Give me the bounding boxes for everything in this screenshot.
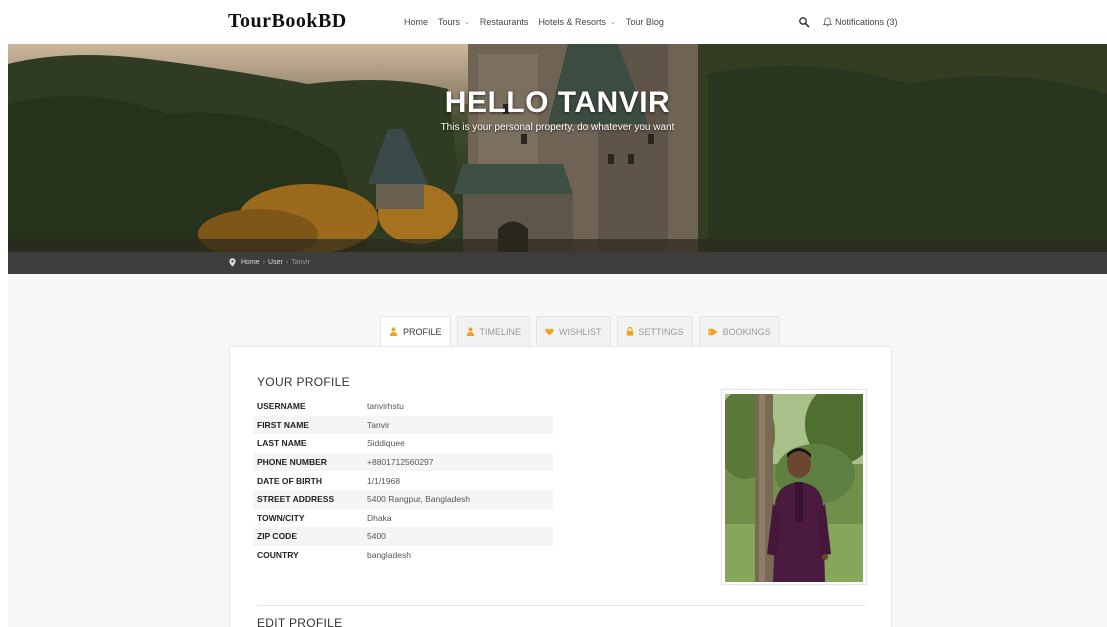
table-row: LAST NAME Siddiquee bbox=[253, 434, 553, 453]
nav-item-hotels-resorts[interactable]: Hotels & Resorts ⌄ bbox=[538, 17, 615, 27]
breadcrumb-home[interactable]: Home bbox=[241, 259, 260, 266]
field-value: 5400 Rangpur, Bangladesh bbox=[367, 494, 471, 505]
nav-item-tour-blog[interactable]: Tour Blog bbox=[626, 17, 664, 27]
top-navbar: TourBookBD Home Tours ⌄ Restaurants Hotel… bbox=[0, 0, 1107, 44]
main-nav: Home Tours ⌄ Restaurants Hotels & Resorts… bbox=[404, 17, 674, 27]
notifications-label: Notifications (3) bbox=[835, 17, 898, 27]
hero-subtitle: This is your personal property, do whate… bbox=[440, 122, 675, 133]
nav-item-label: Tour Blog bbox=[625, 17, 664, 27]
edit-profile-heading: EDIT PROFILE bbox=[257, 616, 343, 627]
hero-title: HELLO TANVIR bbox=[444, 86, 671, 119]
field-value: 5400 bbox=[367, 531, 386, 542]
breadcrumb-separator: › bbox=[262, 259, 266, 266]
field-label: STREET ADDRESS bbox=[257, 494, 335, 505]
table-row: ZIP CODE 5400 bbox=[253, 527, 553, 546]
profile-panel: YOUR PROFILE USERNAME tanvirhstu FIRST NA… bbox=[229, 346, 892, 627]
nav-item-restaurants[interactable]: Restaurants bbox=[480, 17, 529, 27]
nav-item-label: Tours bbox=[438, 17, 461, 27]
heart-icon bbox=[545, 328, 554, 336]
tag-icon bbox=[708, 328, 718, 336]
field-label: COUNTRY bbox=[257, 550, 299, 561]
user-icon bbox=[389, 327, 398, 336]
notifications-link[interactable]: Notifications (3) bbox=[823, 17, 898, 27]
field-value: +8801712560297 bbox=[367, 457, 434, 468]
tab-label: BOOKINGS bbox=[722, 326, 771, 337]
tab-label: TIMELINE bbox=[479, 326, 522, 337]
avatar bbox=[725, 394, 863, 582]
nav-item-label: Restaurants bbox=[479, 17, 529, 27]
tab-label: SETTINGS bbox=[638, 326, 684, 337]
field-label: FIRST NAME bbox=[257, 419, 309, 430]
bell-icon bbox=[823, 17, 832, 27]
tab-profile[interactable]: PROFILE bbox=[380, 316, 451, 346]
field-label: PHONE NUMBER bbox=[257, 457, 327, 468]
tab-label: WISHLIST bbox=[559, 326, 602, 337]
field-label: LAST NAME bbox=[257, 438, 307, 449]
site-logo[interactable]: TourBookBD bbox=[228, 10, 347, 33]
location-pin-icon bbox=[229, 258, 236, 267]
user-icon bbox=[466, 327, 475, 336]
field-value: 1/1/1968 bbox=[367, 475, 401, 486]
section-divider bbox=[257, 605, 866, 606]
table-row: COUNTRY bangladesh bbox=[253, 546, 553, 565]
table-row: STREET ADDRESS 5400 Rangpur, Bangladesh bbox=[253, 489, 553, 509]
table-row: TOWN/CITY Dhaka bbox=[253, 509, 553, 528]
tab-wishlist[interactable]: WISHLIST bbox=[536, 316, 611, 346]
field-label: ZIP CODE bbox=[257, 531, 297, 542]
lock-icon bbox=[626, 327, 634, 336]
chevron-down-icon: ⌄ bbox=[609, 19, 616, 26]
table-row: USERNAME tanvirhstu bbox=[253, 397, 553, 416]
tab-settings[interactable]: SETTINGS bbox=[616, 316, 693, 346]
field-value: Dhaka bbox=[367, 512, 392, 523]
breadcrumb-current: Tanvir bbox=[291, 259, 310, 266]
profile-tabs: PROFILE TIMELINE WISHLIST SETTINGS BOOKI… bbox=[380, 316, 786, 346]
hero-banner: HELLO TANVIR This is your personal prope… bbox=[8, 44, 1107, 252]
field-label: TOWN/CITY bbox=[257, 512, 305, 523]
field-value: Siddiquee bbox=[367, 438, 405, 449]
nav-item-label: Hotels & Resorts bbox=[538, 17, 606, 27]
chevron-down-icon: ⌄ bbox=[464, 19, 470, 26]
tab-label: PROFILE bbox=[403, 326, 442, 337]
nav-item-label: Home bbox=[404, 17, 429, 27]
profile-details-table: USERNAME tanvirhstu FIRST NAME Tanvir LAST… bbox=[253, 397, 553, 564]
breadcrumb: Home › User › Tanvir bbox=[229, 258, 310, 267]
table-row: DATE OF BIRTH 1/1/1968 bbox=[253, 471, 553, 490]
table-row: FIRST NAME Tanvir bbox=[253, 415, 553, 435]
breadcrumb-bar: Home › User › Tanvir bbox=[8, 252, 1107, 274]
nav-item-home[interactable]: Home bbox=[404, 17, 428, 27]
field-label: USERNAME bbox=[257, 401, 306, 412]
breadcrumb-separator: › bbox=[285, 259, 289, 266]
table-row: PHONE NUMBER +8801712560297 bbox=[253, 452, 553, 472]
search-icon[interactable] bbox=[798, 15, 810, 28]
tab-timeline[interactable]: TIMELINE bbox=[456, 316, 531, 346]
breadcrumb-user[interactable]: User bbox=[268, 259, 283, 266]
field-value: Tanvir bbox=[367, 419, 390, 430]
tab-bookings[interactable]: BOOKINGS bbox=[698, 316, 780, 346]
nav-item-tours[interactable]: Tours ⌄ bbox=[438, 17, 470, 27]
field-value: bangladesh bbox=[367, 550, 411, 561]
profile-photo bbox=[721, 389, 867, 585]
field-label: DATE OF BIRTH bbox=[257, 475, 323, 486]
field-value: tanvirhstu bbox=[367, 401, 404, 412]
your-profile-heading: YOUR PROFILE bbox=[257, 375, 350, 389]
hero-castle-image bbox=[8, 44, 1107, 252]
